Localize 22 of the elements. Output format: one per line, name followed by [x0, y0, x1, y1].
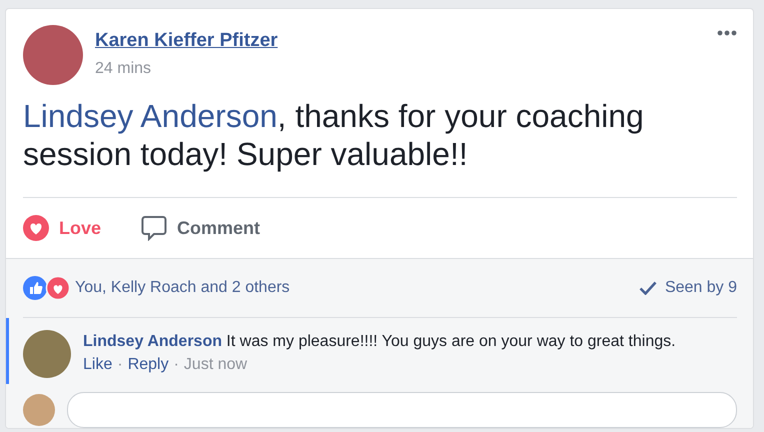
- more-options-icon[interactable]: [717, 30, 737, 36]
- separator-dot: ·: [117, 356, 123, 374]
- comment-time: Just now: [184, 356, 248, 374]
- love-button[interactable]: Love: [23, 215, 102, 241]
- post-text: Lindsey Anderson, thanks for your coaching session today! Super valuable!!: [23, 97, 645, 173]
- post-time: 24 mins: [95, 60, 152, 78]
- like-and-heart-icon: [23, 275, 71, 301]
- separator-dot: ·: [174, 356, 179, 374]
- comment-button[interactable]: Comment: [141, 215, 260, 241]
- comment-text: Lindsey Anderson It was my pleasure!!!! You guys are on your way to great things.: [83, 332, 677, 352]
- own-avatar-photo-placeholder: [23, 394, 55, 426]
- commenter-link[interactable]: Lindsey Anderson: [83, 333, 222, 350]
- author-link[interactable]: Karen Kieffer Pfitzer: [95, 30, 278, 52]
- speech-bubble-icon: [141, 215, 168, 241]
- mention-link[interactable]: Lindsey Anderson: [23, 98, 278, 134]
- comment-action-link[interactable]: Reply: [128, 356, 169, 374]
- comment-action-link[interactable]: Like: [83, 356, 112, 374]
- seen-by-count: Seen by 9: [664, 279, 737, 297]
- checkmark-icon: [638, 281, 657, 295]
- comment-input-field[interactable]: [67, 392, 737, 428]
- reactions-summary-link[interactable]: You, Kelly Roach and 2 others: [75, 279, 639, 297]
- commenter-photo-placeholder: [23, 330, 71, 378]
